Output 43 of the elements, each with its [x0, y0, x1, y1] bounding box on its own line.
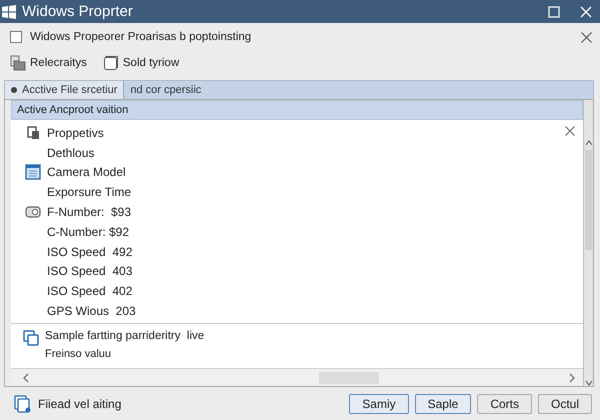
window-title: Widows Proprter: [22, 3, 133, 20]
vertical-scrollbar[interactable]: [583, 100, 593, 386]
copy-icon: [26, 126, 40, 140]
sample-value: Freinso valuu: [45, 348, 112, 360]
scroll-down-icon[interactable]: [584, 380, 592, 386]
tab[interactable]: nd cor cpersiic: [124, 81, 208, 99]
property-item[interactable]: GPS Wious 203: [47, 304, 136, 318]
toolbar-label[interactable]: Relecraitys: [30, 57, 87, 69]
scroll-up-icon[interactable]: [584, 140, 592, 146]
horizontal-scrollbar[interactable]: [11, 368, 583, 386]
property-item[interactable]: Camera Model: [47, 165, 126, 180]
checkbox[interactable]: [10, 31, 22, 43]
maximize-icon[interactable]: [548, 6, 560, 18]
scroll-thumb[interactable]: [585, 150, 592, 250]
dialog-button[interactable]: Saple: [414, 394, 472, 414]
toggle-icon: [25, 206, 41, 218]
dialog-button[interactable]: Octul: [538, 394, 592, 414]
toolbar-label[interactable]: Sold tyriow: [122, 57, 180, 69]
property-item[interactable]: Exporsure Time: [47, 185, 132, 200]
windows-logo-icon: [2, 4, 16, 18]
property-item[interactable]: Proppetivs: [47, 126, 104, 140]
property-item[interactable]: ISO Speed 402: [47, 284, 132, 298]
close-icon[interactable]: [581, 32, 592, 42]
dialog-button[interactable]: Corts: [477, 394, 532, 414]
scroll-left-icon[interactable]: [23, 372, 29, 382]
folders-icon[interactable]: [10, 55, 26, 71]
document-icon: [14, 394, 32, 412]
tab[interactable]: Acctive File srcetiur: [5, 81, 124, 99]
window-icon[interactable]: [102, 55, 119, 71]
status-text: Fiiead vel aiting: [38, 396, 122, 410]
property-item[interactable]: Dethlous: [47, 146, 94, 160]
sample-title: Sample fartting parrideritry live: [45, 330, 204, 342]
property-item[interactable]: C-Number: $92: [47, 224, 130, 239]
panel-header: Active Ancproot vaition: [11, 100, 583, 120]
banner-text: Widows Propeorer Proarisas b poptoinsting: [30, 31, 252, 43]
scroll-right-icon[interactable]: [569, 372, 575, 382]
calendar-icon: [25, 164, 41, 180]
property-item[interactable]: ISO Speed 492: [47, 244, 132, 259]
property-item[interactable]: F-Number: $93: [47, 205, 132, 220]
property-item[interactable]: ISO Speed 403: [47, 264, 132, 278]
dialog-button[interactable]: Samiy: [349, 394, 409, 414]
windows-icon: [23, 330, 39, 346]
close-icon[interactable]: [565, 126, 575, 136]
